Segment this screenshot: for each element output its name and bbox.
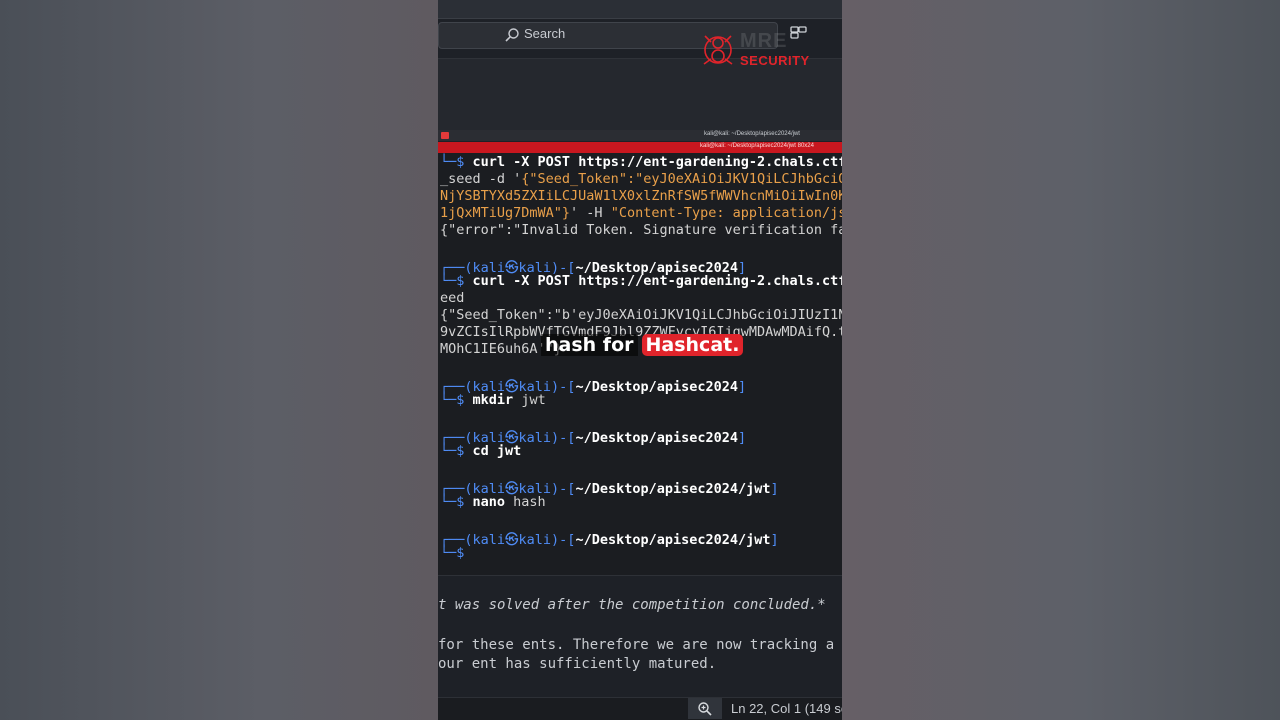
logo-subtitle: SECURITY [740,53,810,68]
window-top-strip [438,0,842,19]
terminal-line: 1jQxMTiUg7DmWA"}' -H "Content-Type: appl… [440,205,842,221]
terminal-text: {"Seed_Token":"eyJ0eXAiOiJKV1QiLCJhbGciO… [521,171,842,187]
terminal-text: $ [456,273,473,289]
terminal-text: └─ [440,154,457,170]
editor-pane[interactable]: t was solved after the competition concl… [438,575,842,698]
terminal-text: ' -H [570,205,611,221]
video-caption: hash for Hashcat. [541,331,744,359]
cursor-position: Ln 22, Col 1 (149 sel [731,701,842,716]
terminal-line: eed [440,290,464,306]
terminal-text: "Content-Type: application/jso [610,205,842,221]
terminal-text: ] [738,430,747,446]
terminal-text: )-[ [551,532,576,548]
terminal-text: ] [770,532,779,548]
terminal-text: $ [456,443,473,459]
caption-highlight: Hashcat. [641,334,744,356]
terminal-line: └─$ nano hash [440,494,546,510]
terminal-text: mkdir [472,392,522,408]
terminal-text: )-[ [551,481,576,497]
terminal-text: └─ [440,494,457,510]
terminal-text: curl -X POST https://ent-gardening-2.cha… [472,273,842,289]
terminal-text: _seed -d ' [440,171,522,187]
terminal-text: nano [472,494,514,510]
terminal-text: └─ [440,443,457,459]
terminal-line: └─$ curl -X POST https://ent-gardening-2… [440,154,842,170]
terminal-text: $ [456,154,473,170]
terminal-tab-title: kali@kali: ~/Desktop/apisec2024/jwt 80x2… [700,143,814,149]
terminal-line: └─$ mkdir jwt [440,392,546,408]
terminal-text: ~/Desktop/apisec2024 [575,379,738,395]
terminal-text: jwt [521,392,546,408]
terminal-line: {"Seed_Token":"b'eyJ0eXAiOiJKV1QiLCJhbGc… [440,307,842,323]
editor-line: for these ents. Therefore we are now tra… [438,637,835,653]
terminal-text: )-[ [551,379,576,395]
terminal-text: $ [456,494,473,510]
caption-text: hash for [541,334,638,356]
terminal-text: 1jQxMTiUg7DmWA"} [440,205,571,221]
terminal-text: NjYSBTYXd5ZXIiLCJUaW1lX0xlZnRfSW5fWWVhcn… [440,188,842,204]
terminal-text: {"error":"Invalid Token. Signature verif… [440,222,842,238]
terminal-text: )-[ [551,430,576,446]
terminal-text: $ [456,545,465,561]
terminal-line: {"error":"Invalid Token. Signature verif… [440,222,842,238]
background-right [842,0,1280,720]
terminal-text: └─ [440,392,457,408]
terminal-line: NjYSBTYXd5ZXIiLCJUaW1lX0xlZnRfSW5fWWVhcn… [440,188,842,204]
terminal-text: kali㉿kali [472,532,552,548]
terminal-text: hash [513,494,546,510]
search-icon [505,28,519,42]
logo-wordmark: MRE [740,30,788,52]
screen-recording: Search kali@kali: ~/Desktop/apisec2024/j… [438,0,842,720]
terminal-line: └─$ cd jwt [440,443,521,459]
terminal-text: jwt [496,443,522,459]
terminal-window-title: kali@kali: ~/Desktop/apisec2024/jwt [704,131,800,137]
terminal-text: ~/Desktop/apisec2024 [575,430,738,446]
editor-line: our ent has sufficiently matured. [438,656,717,672]
terminal-text: curl -X POST https://ent-gardening-2.cha… [472,154,842,170]
terminal-line: _seed -d '{"Seed_Token":"eyJ0eXAiOiJKV1Q… [440,171,842,187]
terminal-text: └─ [440,273,457,289]
terminal-text: {"Seed_Token":"b'eyJ0eXAiOiJKV1QiLCJhbGc… [440,307,842,323]
terminal-line: ┌──(kali㉿kali)-[~/Desktop/apisec2024/jwt… [440,528,779,548]
terminal-output[interactable]: └─$ curl -X POST https://ent-gardening-2… [438,153,842,575]
terminal-line: └─$ curl -X POST https://ent-gardening-2… [440,273,842,289]
terminal-text: ] [770,481,779,497]
editor-line: t was solved after the competition concl… [438,597,826,613]
background-left [0,0,438,720]
terminal-line: └─$ [440,545,464,561]
zoom-icon [698,702,712,716]
terminal-text: └─ [440,545,457,561]
search-label: Search [524,26,566,41]
terminal-text: ~/Desktop/apisec2024/jwt [575,481,771,497]
terminal-text: ~/Desktop/apisec2024/jwt [575,532,771,548]
terminal-text: cd [472,443,497,459]
terminal-text: $ [456,392,473,408]
terminal-text: ] [738,379,747,395]
terminal-app-icon [441,132,449,139]
terminal-text: eed [440,290,465,306]
